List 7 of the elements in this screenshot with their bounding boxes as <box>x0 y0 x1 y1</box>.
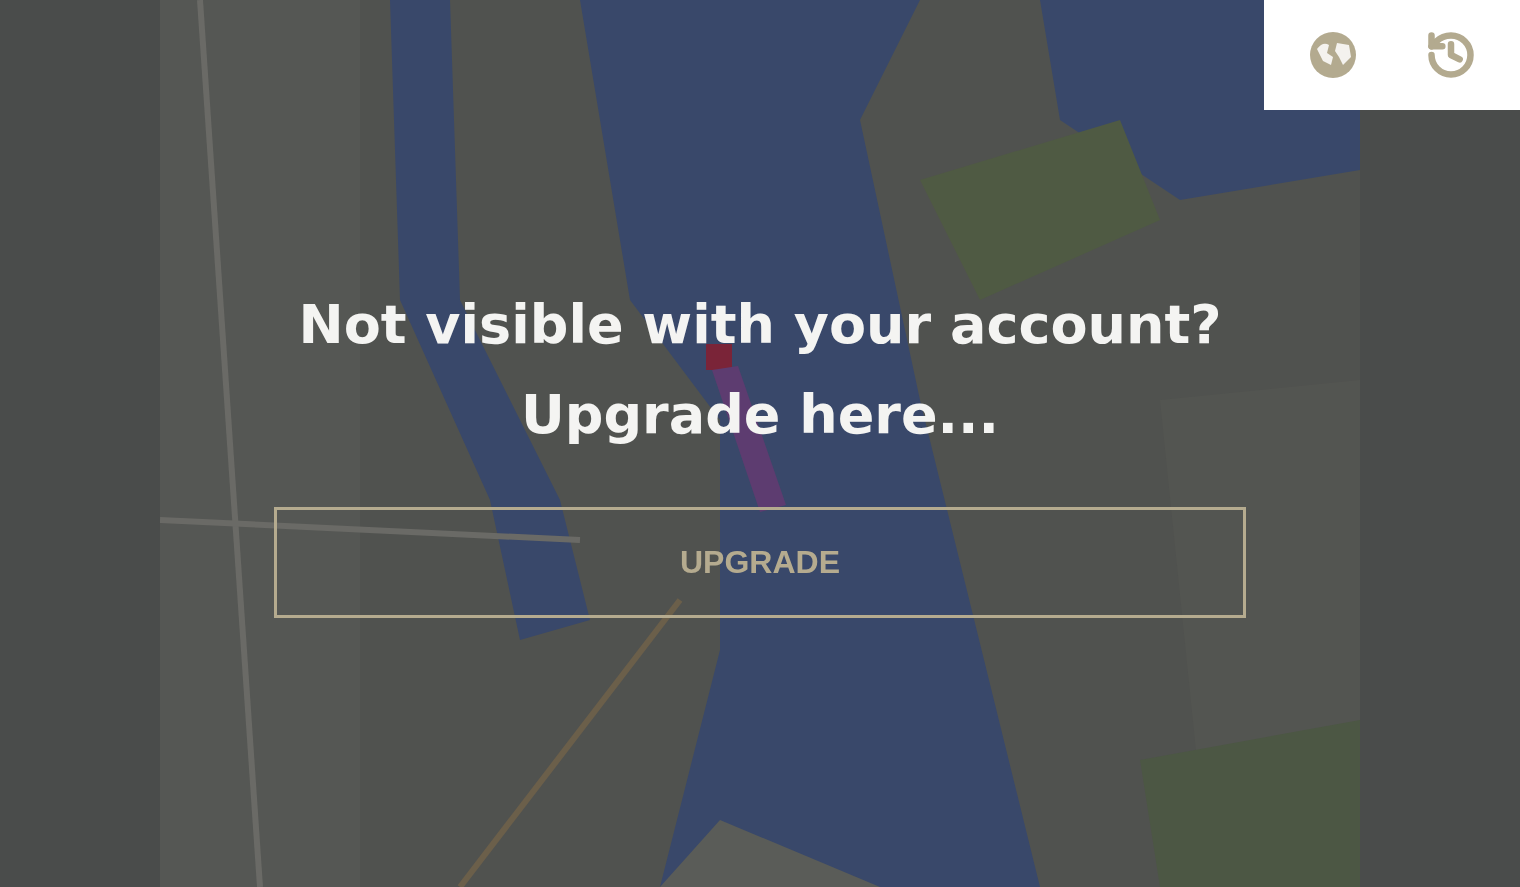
history-button[interactable] <box>1425 29 1477 81</box>
message-line: Not visible with your account? <box>298 292 1222 358</box>
history-icon <box>1425 29 1477 81</box>
globe-button[interactable] <box>1307 29 1359 81</box>
message-line: Upgrade here... <box>520 382 1000 448</box>
upgrade-button[interactable]: UPGRADE <box>274 507 1246 618</box>
globe-icon <box>1309 31 1357 79</box>
